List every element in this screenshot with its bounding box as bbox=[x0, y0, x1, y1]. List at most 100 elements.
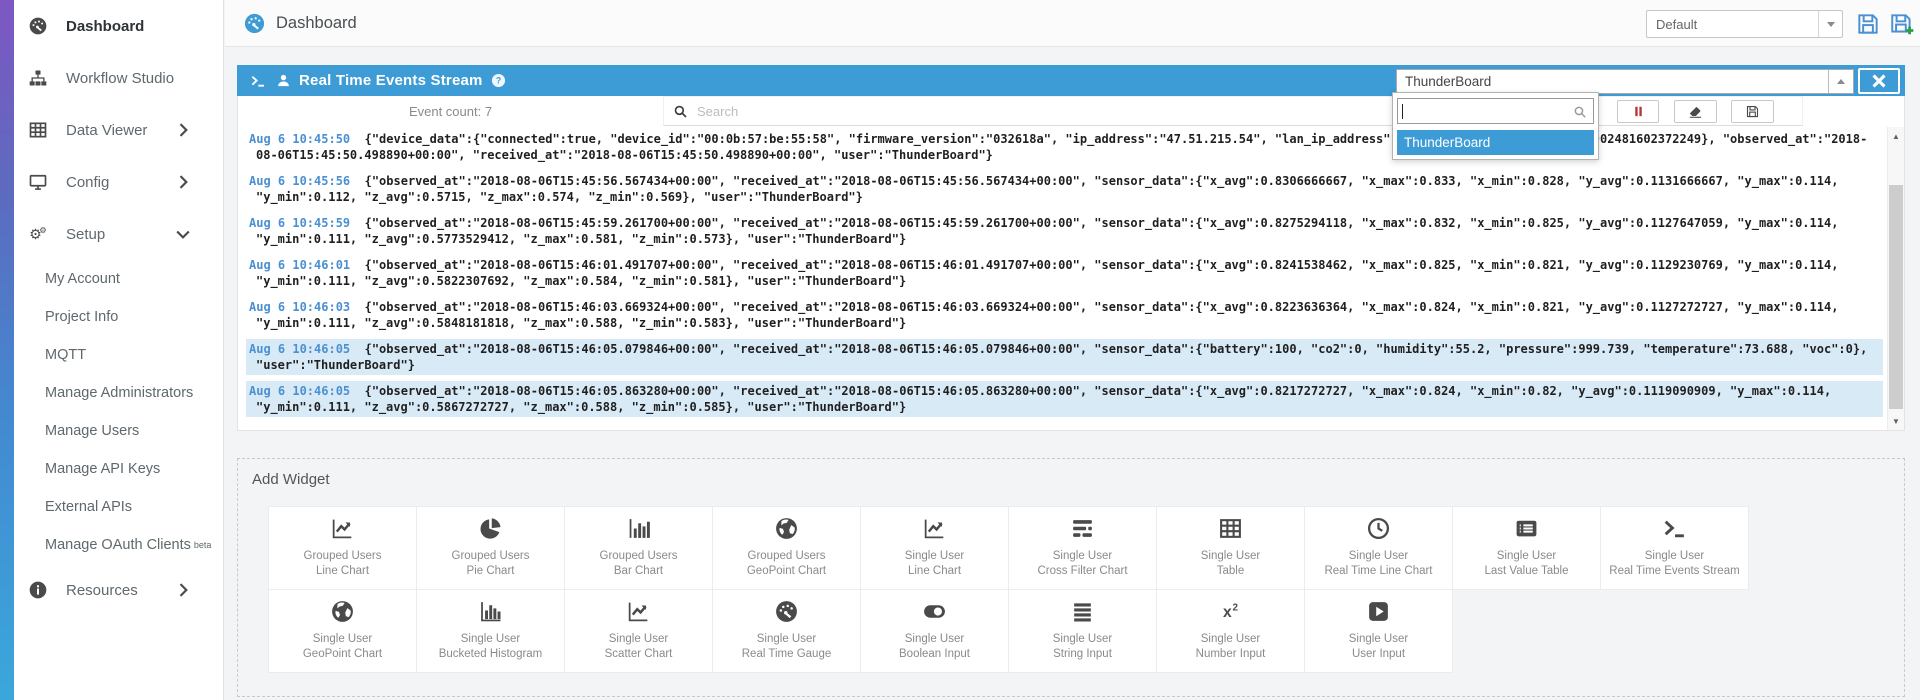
widget-label: Boolean Input bbox=[861, 647, 1008, 662]
sidebar-item-label: Resources bbox=[66, 582, 138, 599]
widget-label: Grouped Users bbox=[565, 549, 712, 564]
sidebar-item-label: Setup bbox=[66, 226, 105, 243]
add-widget-title: Add Widget bbox=[252, 471, 330, 488]
sidebar-subitem-manage-administrators[interactable]: Manage Administrators bbox=[14, 374, 223, 412]
log-entry: Aug 6 10:45:50 {"device_data":{"connecte… bbox=[246, 129, 1883, 165]
widget-label: Single User bbox=[1305, 632, 1452, 647]
widget-single-user-last-value-table[interactable]: Single UserLast Value Table bbox=[1452, 506, 1601, 590]
vertical-scrollbar[interactable]: ▲ ▼ bbox=[1887, 127, 1904, 430]
widget-label: Single User bbox=[1453, 549, 1600, 564]
widget-single-user-cross-filter-chart[interactable]: Single UserCross Filter Chart bbox=[1008, 506, 1157, 590]
widget-single-user-bucketed-histogram[interactable]: Single UserBucketed Histogram bbox=[416, 589, 565, 673]
save-view-as-button[interactable] bbox=[1889, 11, 1915, 37]
sidebar-subitem-manage-oauth-clients[interactable]: Manage OAuth Clientsbeta bbox=[14, 526, 223, 564]
widget-grouped-users-geopoint-chart[interactable]: Grouped UsersGeoPoint Chart bbox=[712, 506, 861, 590]
user-filter-value: ThunderBoard bbox=[1397, 74, 1828, 89]
widget-single-user-string-input[interactable]: Single UserString Input bbox=[1008, 589, 1157, 673]
dropdown-option-thunderboard[interactable]: ThunderBoard bbox=[1397, 130, 1594, 155]
widget-label: Real Time Gauge bbox=[713, 647, 860, 662]
pause-stream-button[interactable] bbox=[1617, 100, 1659, 123]
clear-stream-button[interactable] bbox=[1674, 100, 1717, 123]
sidebar-item-config[interactable]: Config bbox=[14, 156, 223, 208]
dashboard-view-select[interactable]: Default bbox=[1646, 10, 1843, 38]
widget-label: Pie Chart bbox=[417, 564, 564, 579]
widget-label: Bar Chart bbox=[565, 564, 712, 579]
widget-single-user-real-time-events-stream[interactable]: Single UserReal Time Events Stream bbox=[1600, 506, 1749, 590]
sidebar-item-dashboard[interactable]: Dashboard bbox=[14, 0, 223, 52]
terminal-icon bbox=[249, 73, 267, 89]
widget-single-user-boolean-input[interactable]: Single UserBoolean Input bbox=[860, 589, 1009, 673]
dashboard-gauge-icon bbox=[243, 12, 266, 35]
scrollbar-thumb[interactable] bbox=[1889, 185, 1903, 409]
histogram-icon bbox=[478, 599, 503, 624]
sidebar-subitem-my-account[interactable]: My Account bbox=[14, 260, 223, 298]
widget-single-user-user-input[interactable]: Single UserUser Input bbox=[1304, 589, 1453, 673]
log-timestamp: Aug 6 10:45:59 bbox=[249, 216, 350, 230]
widget-single-user-real-time-gauge[interactable]: Single UserReal Time Gauge bbox=[712, 589, 861, 673]
sidebar-item-label: Config bbox=[66, 174, 109, 191]
globe-icon bbox=[774, 516, 799, 541]
widget-label: GeoPoint Chart bbox=[713, 564, 860, 579]
chevron-up-icon[interactable] bbox=[1828, 70, 1853, 93]
widget-single-user-number-input[interactable]: x2Single UserNumber Input bbox=[1156, 589, 1305, 673]
log-entry: Aug 6 10:45:56 {"observed_at":"2018-08-0… bbox=[246, 171, 1883, 207]
help-icon[interactable]: ? bbox=[491, 73, 506, 88]
event-log-entries: Aug 6 10:45:50 {"device_data":{"connecte… bbox=[238, 127, 1887, 430]
scroll-up-arrow[interactable]: ▲ bbox=[1888, 128, 1904, 144]
svg-text:x: x bbox=[1223, 604, 1232, 621]
user-filter-select[interactable]: ThunderBoard bbox=[1396, 69, 1854, 94]
event-log: Aug 6 10:45:50 {"device_data":{"connecte… bbox=[238, 127, 1904, 430]
widget-label: Real Time Events Stream bbox=[1601, 564, 1748, 579]
widget-single-user-geopoint-chart[interactable]: Single UserGeoPoint Chart bbox=[268, 589, 417, 673]
close-widget-button[interactable] bbox=[1858, 68, 1900, 94]
widget-grouped-users-bar-chart[interactable]: Grouped UsersBar Chart bbox=[564, 506, 713, 590]
sidebar-item-data-viewer[interactable]: Data Viewer bbox=[14, 104, 223, 156]
widget-label: GeoPoint Chart bbox=[269, 647, 416, 662]
widget-single-user-line-chart[interactable]: Single UserLine Chart bbox=[860, 506, 1009, 590]
chevron-right-icon bbox=[173, 172, 193, 192]
log-entry: Aug 6 10:46:03 {"observed_at":"2018-08-0… bbox=[246, 297, 1883, 333]
beta-badge: beta bbox=[194, 540, 212, 550]
save-view-button[interactable] bbox=[1855, 11, 1881, 37]
sidebar-item-setup[interactable]: ⚙⚙Setup bbox=[14, 208, 223, 260]
widget-label: Single User bbox=[1305, 549, 1452, 564]
sitemap-icon bbox=[28, 68, 48, 88]
widget-single-user-real-time-line-chart[interactable]: Single UserReal Time Line Chart bbox=[1304, 506, 1453, 590]
sidebar-subitem-manage-users[interactable]: Manage Users bbox=[14, 412, 223, 450]
widget-grouped-users-line-chart[interactable]: Grouped UsersLine Chart bbox=[268, 506, 417, 590]
gauge-icon bbox=[774, 599, 799, 624]
page-title-wrap: Dashboard bbox=[243, 12, 357, 35]
widget-label: Single User bbox=[1601, 549, 1748, 564]
widget-label: Table bbox=[1157, 564, 1304, 579]
widget-label: Real Time Line Chart bbox=[1305, 564, 1452, 579]
sidebar-subitem-project-info[interactable]: Project Info bbox=[14, 298, 223, 336]
log-timestamp: Aug 6 10:45:56 bbox=[249, 174, 350, 188]
sidebar-subitem-mqtt[interactable]: MQTT bbox=[14, 336, 223, 374]
sidebar-subitem-manage-api-keys[interactable]: Manage API Keys bbox=[14, 450, 223, 488]
sidebar-subitem-external-apis[interactable]: External APIs bbox=[14, 488, 223, 526]
text-cursor bbox=[1402, 104, 1403, 119]
widget-single-user-scatter-chart[interactable]: Single UserScatter Chart bbox=[564, 589, 713, 673]
sidebar-item-resources[interactable]: Resources bbox=[14, 564, 223, 616]
save-icon bbox=[1745, 104, 1760, 119]
dropdown-search-input[interactable] bbox=[1397, 98, 1594, 124]
widget-label: Single User bbox=[269, 632, 416, 647]
view-select-value: Default bbox=[1647, 17, 1818, 32]
widget-label: Grouped Users bbox=[269, 549, 416, 564]
widget-label: Grouped Users bbox=[713, 549, 860, 564]
scroll-down-arrow[interactable]: ▼ bbox=[1888, 413, 1904, 429]
user-filter-dropdown: ThunderBoard bbox=[1392, 92, 1599, 160]
sidebar-nav: DashboardWorkflow StudioData Viewer Confi… bbox=[14, 0, 223, 616]
widget-grouped-users-pie-chart[interactable]: Grouped UsersPie Chart bbox=[416, 506, 565, 590]
page-title: Dashboard bbox=[276, 14, 357, 33]
chevron-down-icon[interactable] bbox=[1818, 11, 1842, 37]
widget-label: Single User bbox=[861, 632, 1008, 647]
widget-label: Single User bbox=[565, 632, 712, 647]
last-value-icon bbox=[1514, 516, 1539, 541]
widget-label: Single User bbox=[1157, 549, 1304, 564]
widget-single-user-table[interactable]: Single UserTable bbox=[1156, 506, 1305, 590]
export-stream-button[interactable] bbox=[1731, 100, 1774, 123]
sidebar-item-workflow-studio[interactable]: Workflow Studio bbox=[14, 52, 223, 104]
grid-icon bbox=[1218, 516, 1243, 541]
sidebar: DashboardWorkflow StudioData Viewer Confi… bbox=[0, 0, 224, 700]
